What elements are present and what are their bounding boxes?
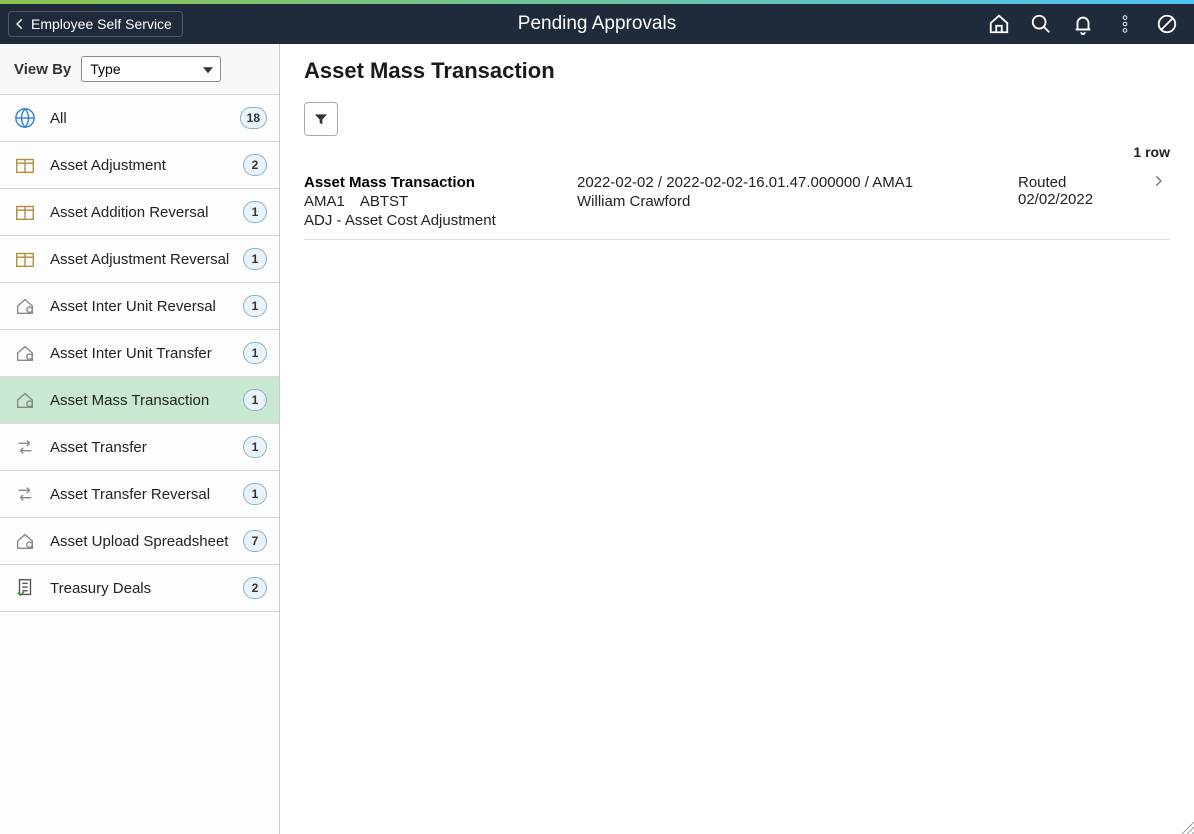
count-badge: 2: [243, 577, 267, 599]
box-icon: [12, 152, 38, 178]
row-chevron: [1146, 174, 1170, 188]
sidebar-item-label: Treasury Deals: [50, 580, 231, 597]
row-status: Routed: [1018, 174, 1128, 191]
sidebar-item-label: All: [50, 110, 228, 127]
view-by-select-wrap: Type: [81, 56, 221, 82]
row-date: 02/02/2022: [1018, 191, 1128, 208]
more-vertical-icon[interactable]: [1114, 13, 1136, 35]
sidebar-list: All 18 Asset Adjustment 2 Asset Addition Rev…: [0, 95, 279, 612]
house-icon: [12, 387, 38, 413]
app-header: Employee Self Service Pending Approvals: [0, 4, 1194, 44]
count-badge: 1: [243, 248, 267, 270]
main-title: Asset Mass Transaction: [304, 58, 1170, 84]
row-col-meta: 2022-02-02 / 2022-02-02-16.01.47.000000 …: [577, 174, 1000, 212]
sidebar-item-label: Asset Inter Unit Reversal: [50, 298, 231, 315]
view-by-row: View By Type: [0, 44, 279, 95]
view-by-label: View By: [14, 61, 71, 78]
sidebar-item[interactable]: Asset Adjustment 2: [0, 142, 279, 189]
count-badge: 18: [240, 107, 267, 129]
row-col-status: Routed02/02/2022: [1018, 174, 1128, 208]
bell-icon[interactable]: [1072, 13, 1094, 35]
app-body: View By Type All18Asset Adjustment2Asset…: [0, 44, 1194, 834]
resize-handle[interactable]: [1178, 818, 1194, 834]
sidebar-item-label: Asset Transfer: [50, 439, 231, 456]
row-col-primary: Asset Mass Transaction AMA1 ABTST ADJ - As…: [304, 174, 559, 229]
house-icon: [12, 528, 38, 554]
count-badge: 1: [243, 436, 267, 458]
count-badge: 2: [243, 154, 267, 176]
doc-icon: [12, 575, 38, 601]
sidebar-item-label: Asset Adjustment Reversal: [50, 251, 231, 268]
sidebar-item[interactable]: Asset Transfer Reversal 1: [0, 471, 279, 518]
sidebar-item-label: Asset Addition Reversal: [50, 204, 231, 221]
row-description: ADJ - Asset Cost Adjustment: [304, 212, 559, 229]
sidebar-item[interactable]: Asset Inter Unit Reversal 1: [0, 283, 279, 330]
row-title: Asset Mass Transaction: [304, 174, 559, 191]
filter-icon: [313, 111, 329, 127]
sidebar-item-label: Asset Upload Spreadsheet: [50, 533, 231, 550]
back-button-label: Employee Self Service: [31, 16, 172, 32]
house-icon: [12, 340, 38, 366]
count-badge: 1: [243, 342, 267, 364]
row-meta-line: 2022-02-02 / 2022-02-02-16.01.47.000000 …: [577, 174, 1000, 191]
search-icon[interactable]: [1030, 13, 1052, 35]
count-badge: 1: [243, 295, 267, 317]
row-requester: William Crawford: [577, 193, 1000, 210]
sidebar: View By Type All18Asset Adjustment2Asset…: [0, 44, 280, 834]
sidebar-item-label: Asset Transfer Reversal: [50, 486, 231, 503]
transfer-icon: [12, 434, 38, 460]
sidebar-item[interactable]: Asset Adjustment Reversal 1: [0, 236, 279, 283]
row-count-label: 1 row: [304, 144, 1170, 160]
sidebar-item[interactable]: Treasury Deals 2: [0, 565, 279, 612]
count-badge: 1: [243, 483, 267, 505]
sidebar-item[interactable]: Asset Addition Reversal 1: [0, 189, 279, 236]
sidebar-item[interactable]: Asset Mass Transaction 1: [0, 377, 279, 424]
count-badge: 1: [243, 389, 267, 411]
sidebar-item-label: Asset Inter Unit Transfer: [50, 345, 231, 362]
filter-button[interactable]: [304, 102, 338, 136]
globe-icon: [12, 105, 38, 131]
count-badge: 1: [243, 201, 267, 223]
row-subtitle: AMA1 ABTST: [304, 193, 559, 210]
house-icon: [12, 293, 38, 319]
count-badge: 7: [243, 530, 267, 552]
sidebar-item[interactable]: All 18: [0, 95, 279, 142]
box-icon: [12, 246, 38, 272]
chevron-right-icon: [1151, 174, 1165, 188]
sidebar-item[interactable]: Asset Upload Spreadsheet 7: [0, 518, 279, 565]
view-by-select[interactable]: Type: [81, 56, 221, 82]
chevron-left-icon: [13, 17, 27, 31]
sidebar-item-label: Asset Mass Transaction: [50, 392, 231, 409]
main-content: Asset Mass Transaction 1 row Asset Mass …: [280, 44, 1194, 834]
block-icon[interactable]: [1156, 13, 1178, 35]
sidebar-item[interactable]: Asset Transfer 1: [0, 424, 279, 471]
approval-row[interactable]: Asset Mass Transaction AMA1 ABTST ADJ - As…: [304, 164, 1170, 240]
sidebar-item-label: Asset Adjustment: [50, 157, 231, 174]
back-button[interactable]: Employee Self Service: [8, 11, 183, 37]
header-action-icons: [988, 13, 1186, 35]
sidebar-item[interactable]: Asset Inter Unit Transfer 1: [0, 330, 279, 377]
approval-rows-container: Asset Mass Transaction AMA1 ABTST ADJ - As…: [304, 164, 1170, 240]
transfer-icon: [12, 481, 38, 507]
home-icon[interactable]: [988, 13, 1010, 35]
box-icon: [12, 199, 38, 225]
